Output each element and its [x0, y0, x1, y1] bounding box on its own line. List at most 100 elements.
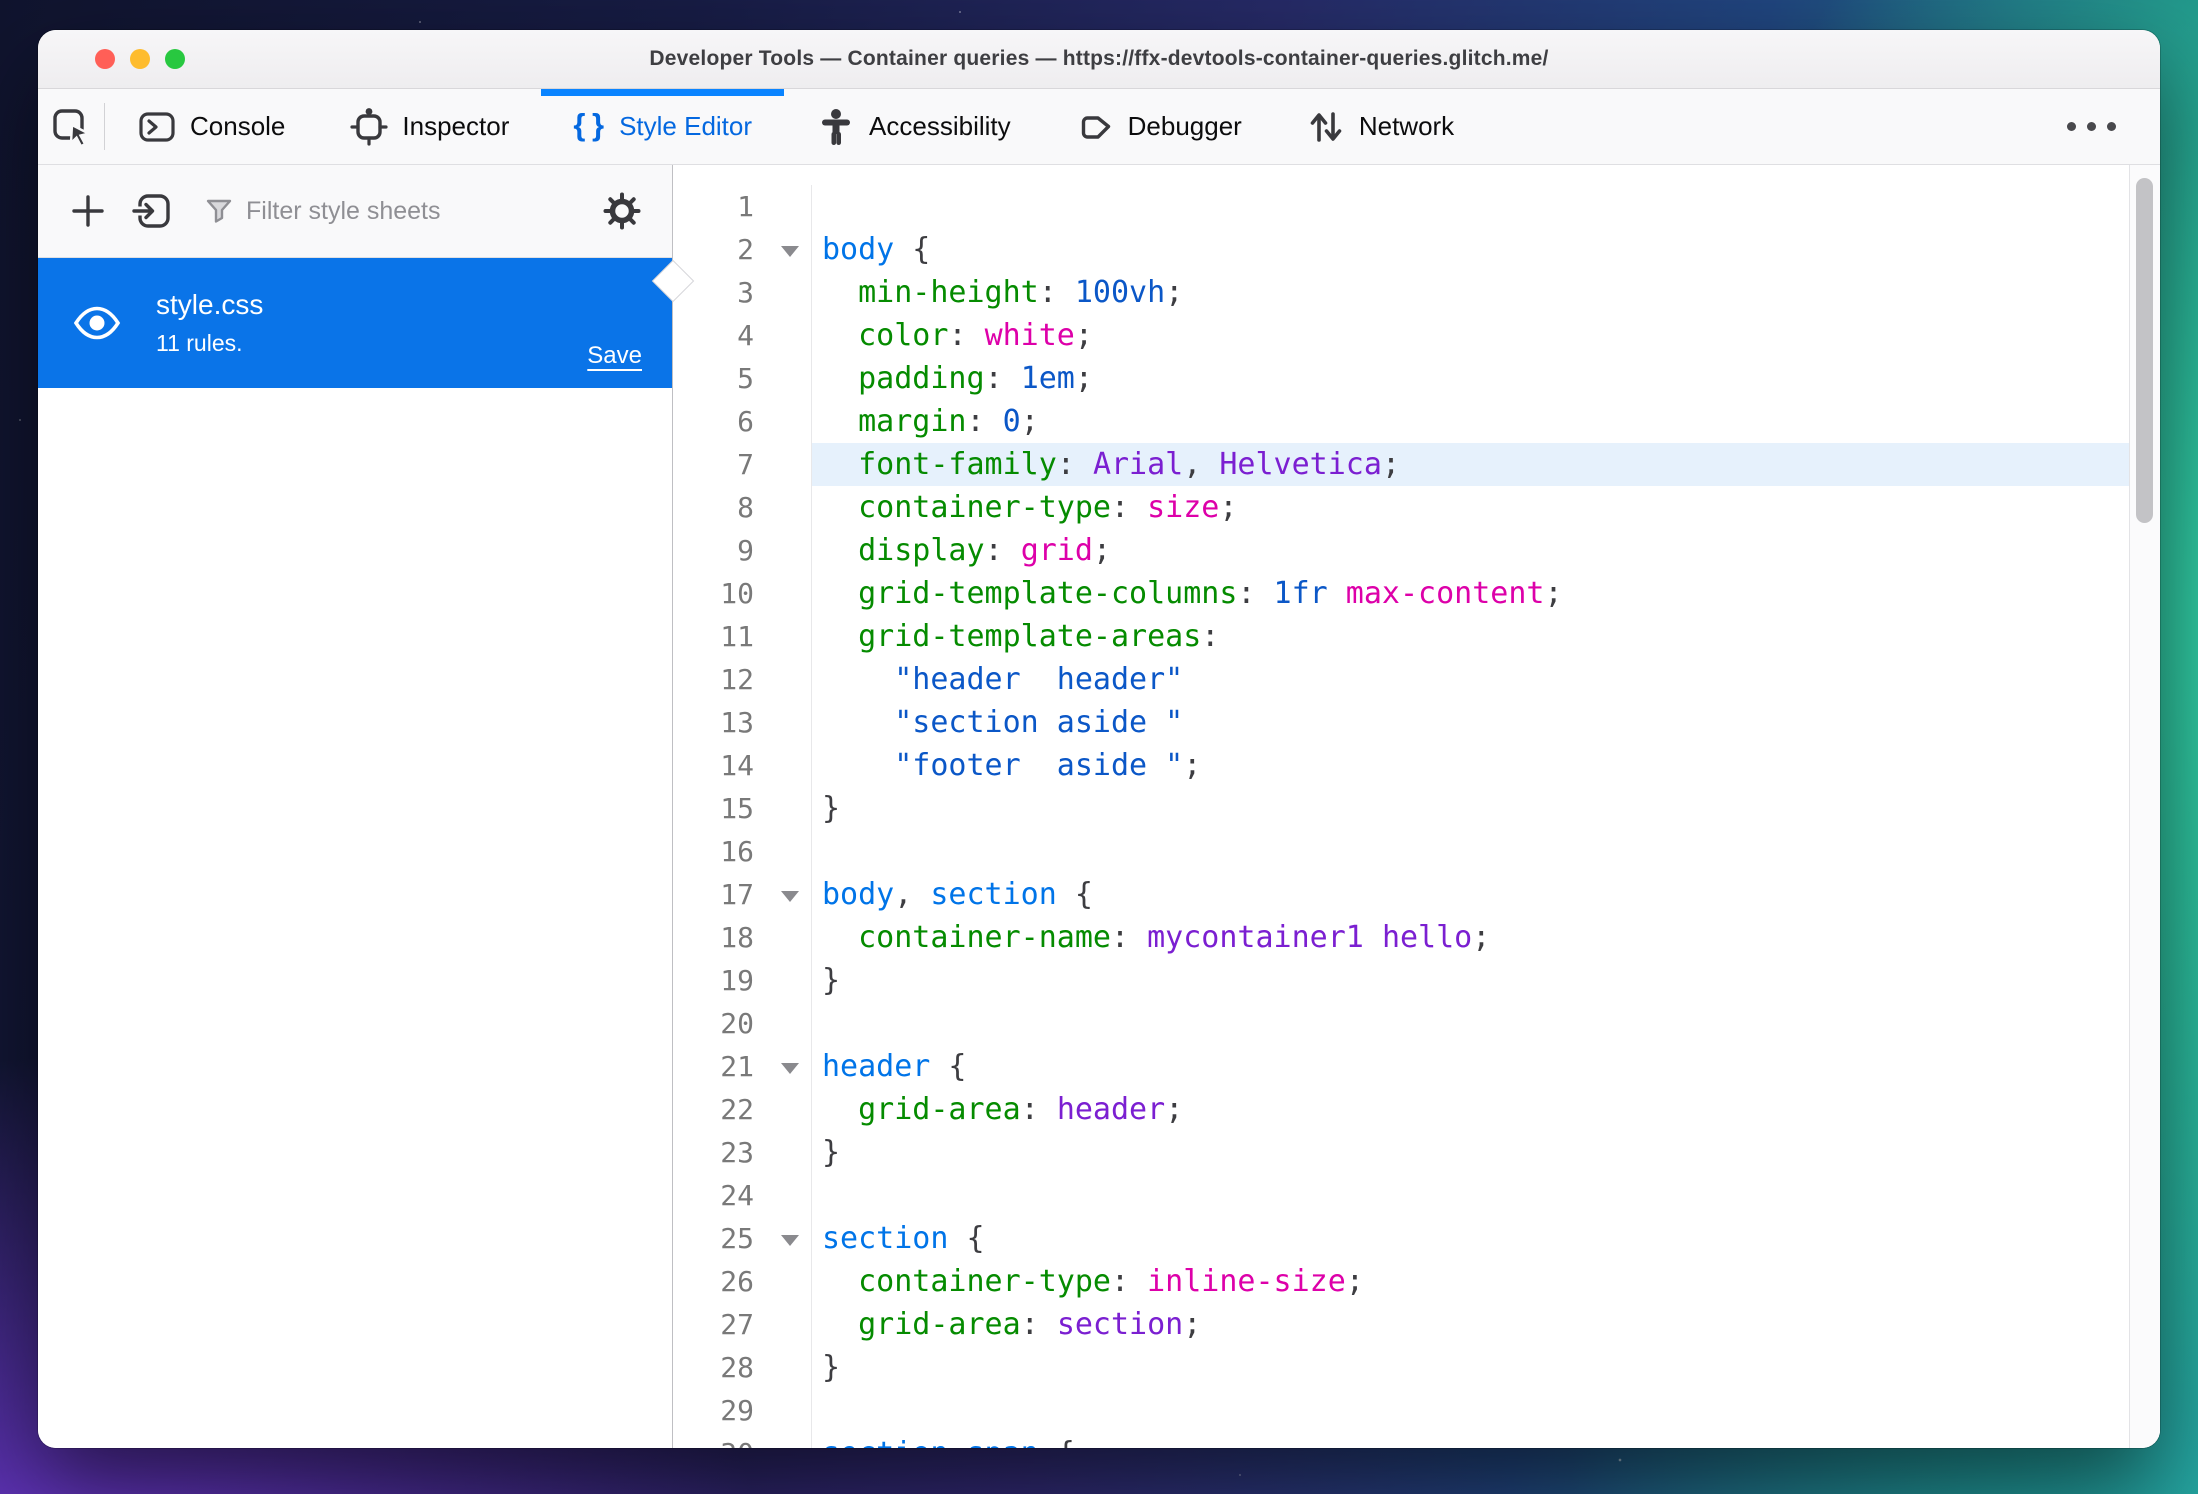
code-text[interactable]: }	[812, 787, 2130, 830]
code-text[interactable]: grid-area: section;	[812, 1303, 2130, 1346]
code-text[interactable]: grid-template-columns: 1fr max-content;	[812, 572, 2130, 615]
code-text[interactable]: "footer aside ";	[812, 744, 2130, 787]
code-text[interactable]: section {	[812, 1217, 2130, 1260]
code-line-13[interactable]: 13 "section aside "	[673, 701, 2130, 744]
code-text[interactable]: header {	[812, 1045, 2130, 1088]
code-line-8[interactable]: 8 container-type: size;	[673, 486, 2130, 529]
code-text[interactable]: section span {	[812, 1432, 2130, 1448]
code-line-30[interactable]: 30section span {	[673, 1432, 2130, 1448]
code-line-7[interactable]: 7 font-family: Arial, Helvetica;	[673, 443, 2130, 486]
code-line-20[interactable]: 20	[673, 1002, 2130, 1045]
tab-label: Console	[190, 111, 286, 141]
code-text[interactable]: }	[812, 959, 2130, 1002]
line-number-gutter: 16	[673, 830, 812, 873]
code-text[interactable]: container-type: size;	[812, 486, 2130, 529]
code-line-25[interactable]: 25 section {	[673, 1217, 2130, 1260]
code-line-1[interactable]: 1	[673, 185, 2130, 228]
code-text[interactable]	[812, 830, 2130, 873]
filter-stylesheets-input[interactable]: Filter style sheets	[188, 196, 586, 226]
code-line-22[interactable]: 22 grid-area: header;	[673, 1088, 2130, 1131]
line-number: 28	[720, 1351, 754, 1384]
code-text[interactable]: min-height: 100vh;	[812, 271, 2130, 314]
code-line-24[interactable]: 24	[673, 1174, 2130, 1217]
code-text[interactable]: padding: 1em;	[812, 357, 2130, 400]
node-picker-icon	[50, 106, 92, 148]
code-text[interactable]: grid-area: header;	[812, 1088, 2130, 1131]
code-line-16[interactable]: 16	[673, 830, 2130, 873]
zoom-window-button[interactable]	[165, 49, 185, 69]
code-text[interactable]: }	[812, 1346, 2130, 1389]
code-text[interactable]	[812, 1174, 2130, 1217]
plus-icon	[70, 193, 106, 229]
code-line-5[interactable]: 5 padding: 1em;	[673, 357, 2130, 400]
code-line-26[interactable]: 26 container-type: inline-size;	[673, 1260, 2130, 1303]
code-text[interactable]: color: white;	[812, 314, 2130, 357]
code-line-10[interactable]: 10 grid-template-columns: 1fr max-conten…	[673, 572, 2130, 615]
code-line-6[interactable]: 6 margin: 0;	[673, 400, 2130, 443]
code-text[interactable]: margin: 0;	[812, 400, 2130, 443]
tab-accessibility[interactable]: Accessibility	[784, 89, 1043, 164]
style-editor-icon: { }	[573, 106, 607, 142]
code-line-29[interactable]: 29	[673, 1389, 2130, 1432]
line-number-gutter: 25	[673, 1217, 812, 1260]
code-line-18[interactable]: 18 container-name: mycontainer1 hello;	[673, 916, 2130, 959]
stylesheet-list: style.css 11 rules. Save	[38, 258, 672, 1448]
css-source-editor[interactable]: 1 2 body {3 min-height: 100vh; 4 color: whi…	[673, 165, 2160, 1448]
fold-arrow-icon[interactable]	[781, 246, 799, 257]
code-line-9[interactable]: 9 display: grid;	[673, 529, 2130, 572]
code-line-17[interactable]: 17 body, section {	[673, 873, 2130, 916]
line-number: 7	[737, 448, 754, 481]
window-title: Developer Tools — Container queries — ht…	[649, 47, 1549, 70]
code-text[interactable]	[812, 1002, 2130, 1045]
close-window-button[interactable]	[95, 49, 115, 69]
code-line-15[interactable]: 15}	[673, 787, 2130, 830]
code-line-27[interactable]: 27 grid-area: section;	[673, 1303, 2130, 1346]
window-titlebar[interactable]: Developer Tools — Container queries — ht…	[38, 30, 2160, 89]
tabbar-spacer	[1486, 89, 2023, 164]
code-line-11[interactable]: 11 grid-template-areas:	[673, 615, 2130, 658]
save-link[interactable]: Save	[587, 342, 642, 370]
code-text[interactable]	[812, 185, 2130, 228]
style-editor-panel: Filter style sheets style.css 11 rules. …	[38, 165, 2160, 1448]
scrollbar-thumb[interactable]	[2136, 178, 2153, 523]
editor-scrollbar[interactable]	[2129, 165, 2160, 1448]
import-stylesheet-button[interactable]	[124, 183, 180, 239]
tab-console[interactable]: Console	[105, 89, 317, 164]
code-line-2[interactable]: 2 body {	[673, 228, 2130, 271]
code-text[interactable]: display: grid;	[812, 529, 2130, 572]
code-line-23[interactable]: 23}	[673, 1131, 2130, 1174]
fold-arrow-icon[interactable]	[781, 1235, 799, 1246]
tab-debugger[interactable]: Debugger	[1043, 89, 1274, 164]
toggle-visibility-button[interactable]	[38, 305, 156, 341]
code-line-12[interactable]: 12 "header header"	[673, 658, 2130, 701]
code-text[interactable]: body, section {	[812, 873, 2130, 916]
line-number: 3	[737, 276, 754, 309]
code-text[interactable]	[812, 1389, 2130, 1432]
code-text[interactable]: font-family: Arial, Helvetica;	[812, 443, 2130, 486]
tab-network[interactable]: Network	[1274, 89, 1486, 164]
code-line-4[interactable]: 4 color: white;	[673, 314, 2130, 357]
code-text[interactable]: body {	[812, 228, 2130, 271]
minimize-window-button[interactable]	[130, 49, 150, 69]
code-line-19[interactable]: 19}	[673, 959, 2130, 1002]
tab-inspector[interactable]: Inspector	[317, 89, 541, 164]
stylesheet-item-selected[interactable]: style.css 11 rules. Save	[38, 258, 672, 388]
code-text[interactable]: container-name: mycontainer1 hello;	[812, 916, 2130, 959]
code-text[interactable]: grid-template-areas:	[812, 615, 2130, 658]
stylesheet-toolbar: Filter style sheets	[38, 165, 672, 258]
code-text[interactable]: container-type: inline-size;	[812, 1260, 2130, 1303]
node-picker-button[interactable]	[38, 89, 104, 164]
toolbox-meatball-menu-button[interactable]	[2023, 89, 2160, 164]
code-text[interactable]: }	[812, 1131, 2130, 1174]
code-text[interactable]: "header header"	[812, 658, 2130, 701]
code-line-21[interactable]: 21 header {	[673, 1045, 2130, 1088]
stylesheet-options-button[interactable]	[594, 183, 650, 239]
new-stylesheet-button[interactable]	[60, 183, 116, 239]
fold-arrow-icon[interactable]	[781, 891, 799, 902]
fold-arrow-icon[interactable]	[781, 1063, 799, 1074]
code-line-3[interactable]: 3 min-height: 100vh;	[673, 271, 2130, 314]
code-line-14[interactable]: 14 "footer aside ";	[673, 744, 2130, 787]
code-line-28[interactable]: 28}	[673, 1346, 2130, 1389]
code-text[interactable]: "section aside "	[812, 701, 2130, 744]
tab-style-editor[interactable]: { } Style Editor	[541, 89, 784, 164]
